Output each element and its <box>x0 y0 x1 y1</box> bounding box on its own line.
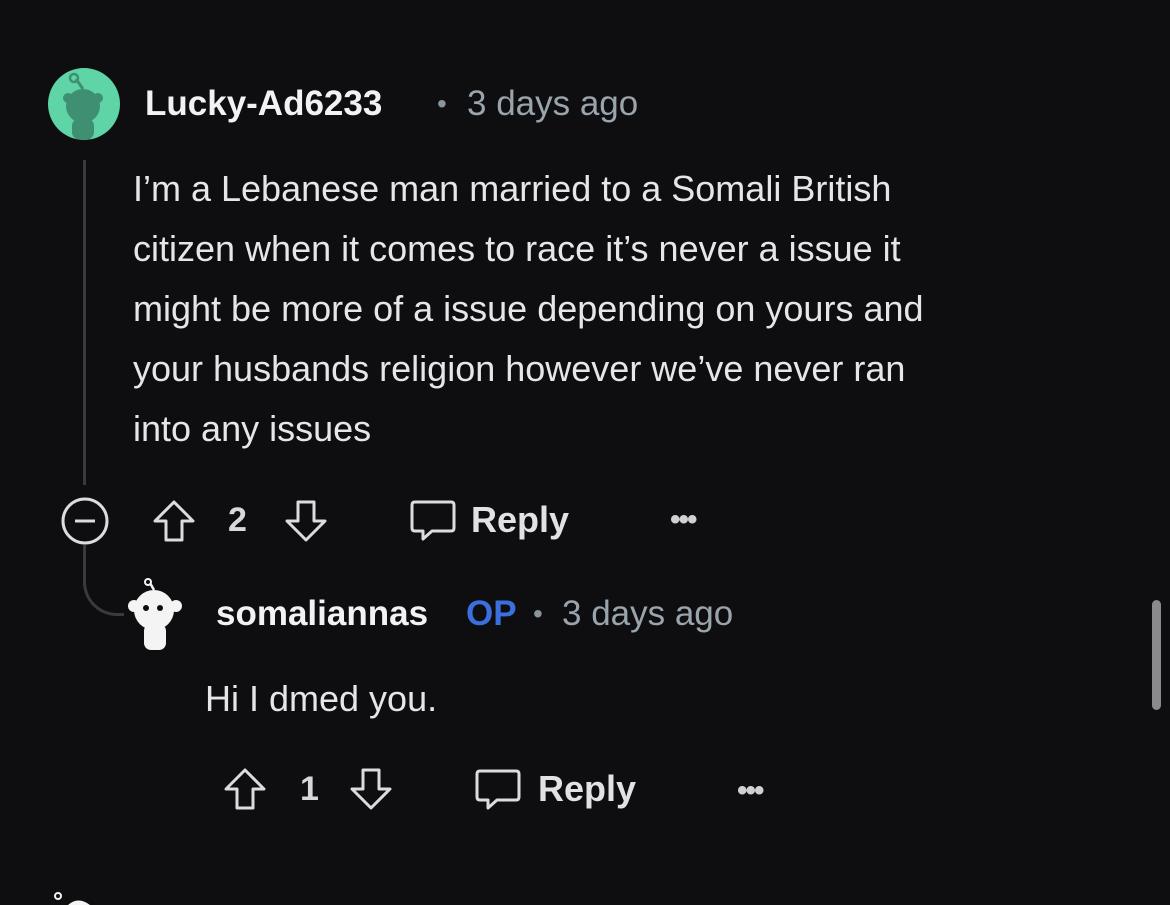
separator-dot: • <box>437 88 447 119</box>
comment-timestamp: 3 days ago <box>467 84 639 123</box>
vote-count: 1 <box>300 770 319 808</box>
comment-body: I’m a Lebanese man married to a Somali B… <box>133 159 1133 459</box>
reply-label: Reply <box>471 499 570 540</box>
chat-bubble-icon <box>475 769 521 810</box>
downvote-button[interactable] <box>283 498 329 544</box>
comment-body-line: your husbands religion however we’ve nev… <box>133 348 906 389</box>
arrow-up-icon <box>153 500 195 542</box>
avatar[interactable] <box>126 578 186 653</box>
reply-button[interactable]: Reply <box>474 765 636 813</box>
snoo-avatar-icon <box>54 892 90 905</box>
comment-body-line: into any issues <box>133 408 372 449</box>
separator-dot: • <box>533 598 543 629</box>
op-badge: OP <box>466 594 517 633</box>
comment-timestamp: 3 days ago <box>562 594 734 633</box>
arrow-down-icon <box>350 768 392 810</box>
snoo-avatar-icon <box>63 72 103 140</box>
reply-thread-connector <box>83 545 124 616</box>
more-options-button[interactable]: ••• <box>670 503 697 537</box>
comment-body-line: citizen when it comes to race it’s never… <box>133 228 901 269</box>
thread-line <box>83 160 86 485</box>
collapse-button[interactable] <box>60 496 110 546</box>
more-options-button[interactable]: ••• <box>737 774 764 808</box>
comment-body: Hi I dmed you. <box>205 678 438 719</box>
comment-body-line: I’m a Lebanese man married to a Somali B… <box>133 168 892 209</box>
reply-button[interactable]: Reply <box>409 496 569 544</box>
upvote-button[interactable] <box>222 766 268 812</box>
upvote-button[interactable] <box>151 498 197 544</box>
reply-label: Reply <box>538 768 637 809</box>
avatar[interactable] <box>48 68 120 140</box>
snoo-avatar-icon <box>128 578 182 650</box>
chat-bubble-icon <box>410 500 456 541</box>
downvote-button[interactable] <box>348 766 394 812</box>
comment-body-line: might be more of a issue depending on yo… <box>133 288 924 329</box>
comment-author[interactable]: somaliannas <box>216 594 428 634</box>
arrow-up-icon <box>224 768 266 810</box>
scrollbar-thumb[interactable] <box>1152 600 1161 710</box>
arrow-down-icon <box>285 500 327 542</box>
minus-circle-icon <box>61 497 109 545</box>
avatar <box>50 890 100 905</box>
vote-count: 2 <box>228 501 247 539</box>
comment-author[interactable]: Lucky-Ad6233 <box>145 84 382 124</box>
